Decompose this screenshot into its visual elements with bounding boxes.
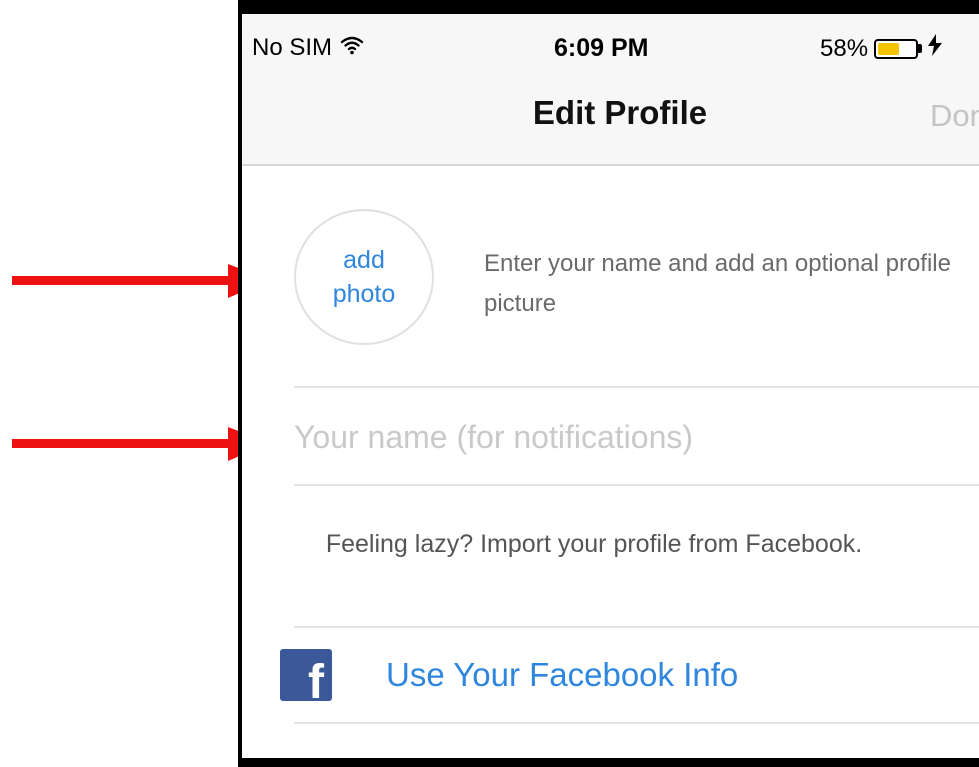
divider bbox=[294, 626, 979, 628]
battery-icon bbox=[874, 38, 919, 59]
divider bbox=[294, 722, 979, 724]
phone-screen: No SIM 6:09 PM 58% Edit Profile Don add … bbox=[242, 14, 979, 758]
facebook-logo-letter: f bbox=[308, 656, 324, 709]
page-title: Edit Profile bbox=[532, 94, 708, 131]
red-arrow-icon bbox=[12, 425, 272, 465]
profile-intro-text: Enter your name and add an optional prof… bbox=[484, 250, 951, 317]
import-hint-text: Feeling lazy? Import your profile from F… bbox=[325, 530, 863, 558]
facebook-logo-icon: f bbox=[280, 649, 332, 707]
status-time: 6:09 PM bbox=[554, 34, 649, 62]
charging-icon bbox=[928, 34, 943, 63]
divider bbox=[294, 386, 979, 388]
done-button[interactable]: Done bbox=[930, 98, 979, 134]
phone-frame: No SIM 6:09 PM 58% Edit Profile Don add … bbox=[238, 0, 979, 767]
divider bbox=[294, 484, 979, 486]
battery-percent: 58% bbox=[820, 34, 869, 62]
carrier-label: No SIM bbox=[252, 34, 333, 61]
red-arrow-icon bbox=[12, 262, 272, 302]
wifi-icon bbox=[340, 34, 364, 62]
add-photo-button[interactable]: add photo bbox=[294, 209, 434, 345]
status-battery: 58% bbox=[820, 34, 943, 63]
add-photo-label: add photo bbox=[332, 246, 396, 308]
battery-tip bbox=[918, 44, 923, 53]
name-input[interactable] bbox=[294, 409, 979, 465]
top-bar: No SIM 6:09 PM 58% Edit Profile Don bbox=[242, 14, 979, 166]
use-facebook-info-button[interactable]: f Use Your Facebook Info bbox=[280, 642, 979, 708]
facebook-button-label: Use Your Facebook Info bbox=[386, 656, 739, 693]
battery-fill bbox=[878, 42, 900, 55]
status-carrier: No SIM bbox=[252, 34, 364, 62]
